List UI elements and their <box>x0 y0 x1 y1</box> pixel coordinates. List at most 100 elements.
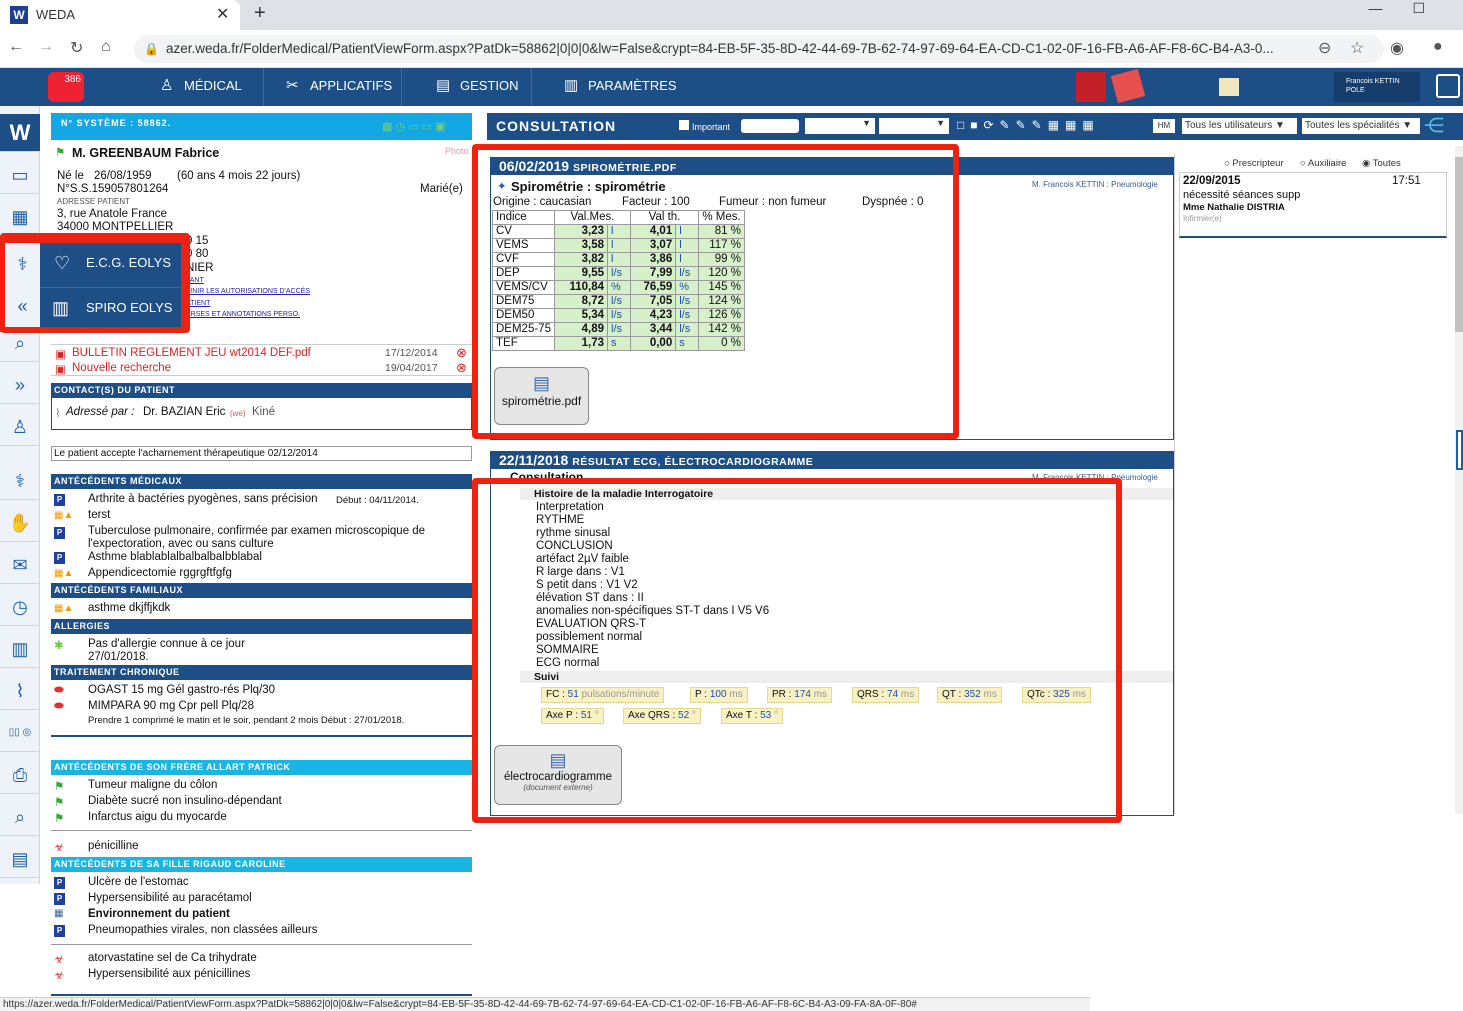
treatment-item[interactable]: OGAST 15 mg Gél gastro-rés Plq/30 <box>88 684 275 696</box>
mail-icon[interactable]: ✉ <box>0 546 40 584</box>
filter-select-2[interactable]: ▼ <box>879 118 949 134</box>
atcd-item[interactable]: terst <box>88 509 110 521</box>
atcd-item[interactable]: Asthme blablablalbalbalbalbblabal <box>88 551 262 563</box>
doc-name[interactable]: BULLETIN REGLEMENT JEU wt2014 DEF.pdf <box>72 347 311 359</box>
scrollbar-thumb[interactable] <box>1455 157 1463 332</box>
specialties-select[interactable]: Toutes les spécialités ▼ <box>1302 118 1420 134</box>
paperclip-icon[interactable]: ⌇ <box>0 672 40 710</box>
delete-icon[interactable]: ⊗ <box>456 345 467 361</box>
atcd-item[interactable]: Arthrite à bactéries pyogènes, sans préc… <box>88 493 317 505</box>
birth-date: 26/08/1959 <box>94 170 152 182</box>
address-line2: 34000 MONTPELLIER <box>57 221 174 233</box>
notification-badge[interactable]: 386 <box>48 72 84 102</box>
important-checkbox[interactable] <box>679 120 689 130</box>
toolbar-icons[interactable]: □■⟳✎✎✎▦▦▦ <box>957 118 1157 135</box>
family-item[interactable]: Infarctus aigu du myocarde <box>88 811 227 823</box>
family-item[interactable]: Pneumopathies virales, non classées aill… <box>88 924 317 936</box>
highlight-spiro <box>472 144 959 439</box>
ecg-type: RÉSULTAT ECG, ÉLECTROCARDIOGRAMME <box>572 456 814 468</box>
logout-icon[interactable] <box>1436 74 1460 98</box>
treatment-item[interactable]: MIMPARA 90 mg Cpr pell Plq/28 <box>88 700 254 712</box>
ecg-card-header[interactable]: 22/11/2018 RÉSULTAT ECG, ÉLECTROCARDIOGR… <box>490 451 1174 469</box>
folder-icon: ▤ <box>436 77 451 94</box>
share-icon[interactable]: ⋲ <box>1424 113 1444 138</box>
browser-tab[interactable]: W WEDA ✕ <box>0 0 240 30</box>
address-bar-row: ← → ↻ ⌂ 🔒 azer.weda.fr/FolderMedical/Pati… <box>0 30 1463 68</box>
family-item[interactable]: Tumeur maligne du côlon <box>88 779 217 791</box>
search-field[interactable] <box>741 119 799 133</box>
menu-gestion[interactable]: ▤ GESTION <box>426 68 532 106</box>
p-icon: P <box>54 552 65 564</box>
pill-icon: ⬬ <box>54 700 64 712</box>
family-item[interactable]: Hypersensibilité au paracétamol <box>88 892 252 904</box>
family-item[interactable]: Environnement du patient <box>88 908 230 920</box>
weda-logo-icon[interactable]: W <box>0 114 40 152</box>
filter-select-1[interactable]: ▼ <box>805 118 875 134</box>
annotations-link[interactable]: ERSES ET ANNOTATIONS PERSO. <box>186 311 300 318</box>
note-role: Infirmier(e) <box>1183 214 1222 223</box>
side-tab[interactable] <box>1456 430 1463 470</box>
pdf-icon: ▣ <box>55 349 66 361</box>
menu-parametres[interactable]: ▥ PARAMÈTRES <box>554 68 684 106</box>
radio-toutes[interactable]: ◉ Toutes <box>1362 158 1401 169</box>
doc-name[interactable]: Nouvelle recherche <box>72 362 171 374</box>
window-controls[interactable]: —☐ <box>1368 0 1455 17</box>
family-item[interactable]: Hypersensibilité aux pénicillines <box>88 968 250 980</box>
menu-applicatifs[interactable]: ✂ APPLICATIFS <box>276 68 402 106</box>
family-item[interactable]: Diabète sucré non insulino-dépendant <box>88 795 282 807</box>
patient-note[interactable]: Le patient accepte l'acharnement thérape… <box>51 446 472 461</box>
new-tab-icon[interactable]: + <box>254 2 266 25</box>
notes-icon[interactable] <box>1219 78 1239 96</box>
medical-book-icon[interactable] <box>1110 68 1146 104</box>
clipboard-icon[interactable]: ▤ <box>0 840 40 878</box>
printer-icon[interactable]: ⎙ <box>0 756 40 794</box>
p-icon: P <box>54 893 65 905</box>
atcd-item[interactable]: Appendicectomie rggrgftfgfg <box>88 567 232 579</box>
close-tab-icon[interactable]: ✕ <box>216 4 229 24</box>
no-allergy-icon: ✱ <box>54 640 64 652</box>
zoom-icon[interactable]: ⊖ <box>1318 38 1331 58</box>
chart-icon[interactable]: ▥ <box>0 630 40 668</box>
url-field[interactable]: 🔒 azer.weda.fr/FolderMedical/PatientViewF… <box>134 35 1384 63</box>
user-search-icon[interactable]: ♙ <box>0 408 40 446</box>
delete-icon[interactable]: ⊗ <box>456 360 467 376</box>
atcd-item[interactable]: Tuberculose pulmonaire, confirmée par ex… <box>88 525 425 537</box>
family-item[interactable]: Ulcère de l'estomac <box>88 876 189 888</box>
divider <box>51 830 472 831</box>
user-box[interactable]: Francois KETTIN POLE <box>1334 72 1420 102</box>
barcode-icon[interactable]: ▯▯ ◎ <box>0 714 40 752</box>
warning-icon: ▦▲ <box>54 510 74 521</box>
hand-icon[interactable]: ✋ <box>0 504 40 542</box>
menu-medical[interactable]: ♙ MÉDICAL <box>150 68 264 106</box>
atcd-fam-item[interactable]: asthme dkjffjkdk <box>88 602 170 614</box>
profile-icon[interactable]: ● <box>1433 38 1443 56</box>
doc-date: 19/04/2017 <box>385 362 438 374</box>
p-icon: P <box>54 925 65 937</box>
vidal-icon[interactable] <box>1076 72 1106 102</box>
radio-auxiliaire[interactable]: ○ Auxiliaire <box>1300 158 1346 169</box>
forward-icon[interactable]: » <box>0 366 40 404</box>
family-item[interactable]: atorvastatine sel de Ca trihydrate <box>88 952 257 964</box>
home-icon[interactable]: ⌂ <box>101 38 111 56</box>
folder-icon[interactable]: ▭ <box>0 156 40 194</box>
photo-link[interactable]: Photo <box>445 146 469 156</box>
allergy-item[interactable]: Pas d'allergie connue à ce jour <box>88 638 245 650</box>
grid-icon[interactable]: ▦ <box>0 198 40 236</box>
access-authorizations-link[interactable]: FINIR LES AUTORISATIONS D'ACCÈS <box>186 288 310 295</box>
clock-icon[interactable]: ◷ <box>0 588 40 626</box>
extension-icon[interactable]: ◉ <box>1390 38 1404 58</box>
users-select[interactable]: Tous les utilisateurs ▼ <box>1182 118 1297 134</box>
address-label: Adresse patient <box>57 197 131 206</box>
doc-search-icon[interactable]: ⌕ <box>0 798 40 836</box>
bookmark-star-icon[interactable]: ☆ <box>1350 38 1364 58</box>
reload-icon[interactable]: ↻ <box>70 38 83 58</box>
hm-button[interactable]: HM <box>1153 119 1175 133</box>
radio-prescripteur[interactable]: ○ Prescripteur <box>1224 158 1284 169</box>
referring-doctor[interactable]: Dr. BAZIAN Eric <box>143 406 225 418</box>
specialties-select-value: Toutes les spécialités <box>1305 120 1400 131</box>
pheader-icons[interactable]: ▦ ◷ ▭ ▭ ▣ <box>382 120 445 133</box>
family-item[interactable]: pénicilline <box>88 840 139 852</box>
forward-icon[interactable]: → <box>38 38 54 56</box>
stethoscope-icon[interactable]: ⚕ <box>0 462 40 500</box>
back-icon[interactable]: ← <box>8 38 24 56</box>
